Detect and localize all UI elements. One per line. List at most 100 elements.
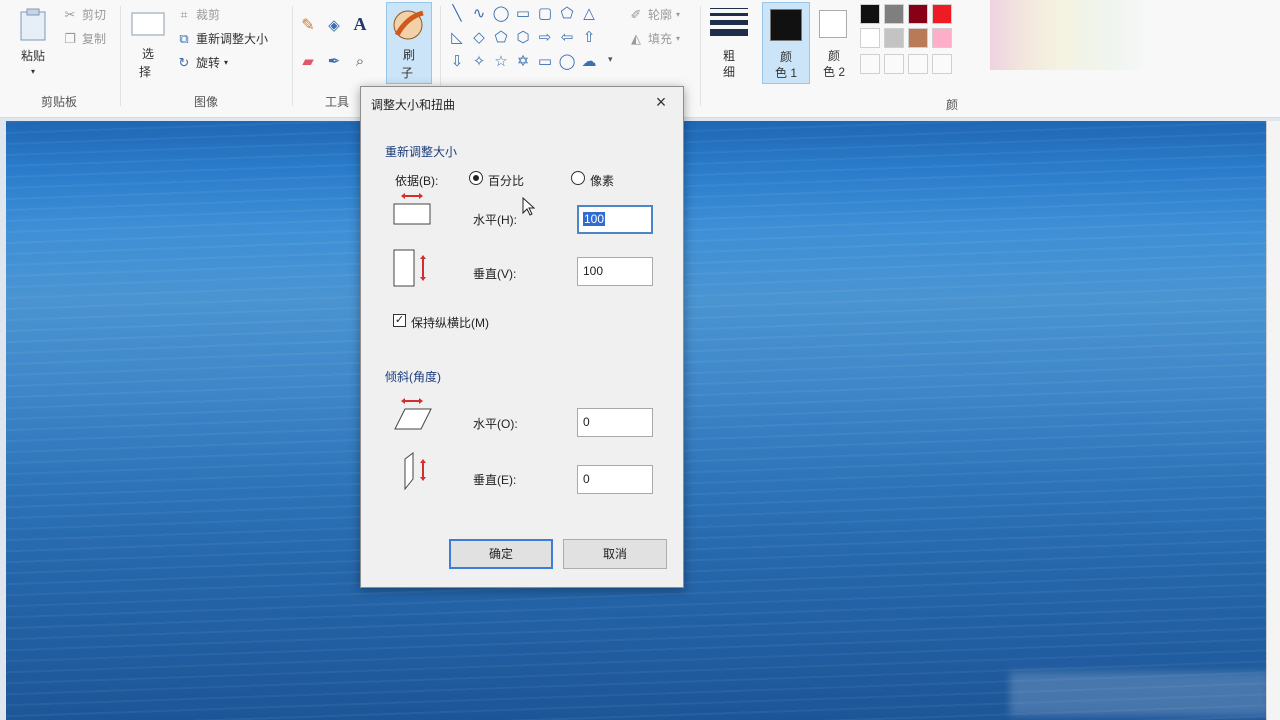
- keep-ratio-checkbox[interactable]: ✓ 保持纵横比(M): [393, 313, 533, 330]
- skew-section-title: 倾斜(角度): [385, 370, 441, 384]
- skew-vertical-label: 垂直(E):: [473, 473, 517, 487]
- brushes-label-2: 子: [400, 66, 413, 80]
- skew-vertical-input[interactable]: 0: [577, 465, 653, 494]
- image-group: 选 择 ⌗ 裁剪 ⧉ 重新调整大小 ↻ 旋转 ▾ 图像: [122, 0, 290, 116]
- vertical-input[interactable]: 100: [577, 257, 653, 286]
- select-button[interactable]: 选 择: [128, 6, 168, 82]
- fill-button[interactable]: ◭ 填充 ▾: [628, 30, 680, 47]
- divider: [292, 6, 293, 106]
- color-palette: [858, 0, 968, 90]
- select-icon: [131, 12, 165, 36]
- shape-callout-oval-icon[interactable]: ◯: [556, 52, 578, 72]
- copy-button[interactable]: ❐ 复制: [62, 30, 106, 47]
- keep-ratio-label: 保持纵横比(M): [411, 316, 489, 330]
- dialog-title: 调整大小和扭曲: [371, 98, 456, 112]
- palette-swatch-empty[interactable]: [884, 54, 904, 74]
- radio-unselected: [571, 171, 585, 185]
- palette-swatch[interactable]: [860, 28, 880, 48]
- fill-bucket-icon[interactable]: ◈: [326, 18, 342, 34]
- skew-horizontal-input[interactable]: 0: [577, 408, 653, 437]
- shape-right-triangle-icon[interactable]: ◺: [446, 28, 468, 48]
- crop-button[interactable]: ⌗ 裁剪: [176, 6, 220, 23]
- palette-swatch-empty[interactable]: [908, 54, 928, 74]
- resize-skew-dialog: 调整大小和扭曲 × 重新调整大小 依据(B): 百分比 像素 水平(H): 10…: [360, 86, 684, 588]
- shape-curve-icon[interactable]: ∿: [468, 4, 490, 24]
- palette-swatch[interactable]: [884, 4, 904, 24]
- percent-radio[interactable]: 百分比: [469, 171, 549, 188]
- brushes-button[interactable]: 刷 子: [386, 2, 432, 84]
- horizontal-label: 水平(H):: [473, 213, 517, 227]
- vertical-scrollbar[interactable]: [1266, 121, 1280, 720]
- shapes-scroll-down[interactable]: ▾: [608, 54, 613, 65]
- close-button[interactable]: ×: [651, 93, 671, 113]
- paste-icon: [20, 8, 46, 41]
- color1-button[interactable]: 颜 色 1: [762, 2, 810, 84]
- watermark: [1010, 672, 1270, 716]
- cancel-button[interactable]: 取消: [563, 539, 667, 569]
- fill-icon: ◭: [631, 30, 641, 46]
- crop-icon: ⌗: [180, 6, 188, 22]
- horizontal-skew-icon: [394, 398, 432, 430]
- shape-polygon-icon[interactable]: ⬠: [556, 4, 578, 24]
- shape-arrow-left-icon[interactable]: ⇦: [556, 28, 578, 48]
- shape-callout-rect-icon[interactable]: ▭: [534, 52, 556, 72]
- fill-label: 填充: [648, 32, 673, 46]
- shape-hexagon-icon[interactable]: ⬡: [512, 28, 534, 48]
- copy-icon: ❐: [64, 30, 76, 46]
- palette-swatch[interactable]: [884, 28, 904, 48]
- brushes-label-1: 刷: [402, 48, 415, 62]
- color-picker-icon[interactable]: ✒: [326, 54, 342, 70]
- palette-swatch-empty[interactable]: [932, 54, 952, 74]
- shape-pentagon-icon[interactable]: ⬠: [490, 28, 512, 48]
- shape-diamond-icon[interactable]: ◇: [468, 28, 490, 48]
- palette-swatch-empty[interactable]: [860, 54, 880, 74]
- image-group-label: 图像: [193, 95, 218, 109]
- palette-swatch[interactable]: [932, 4, 952, 24]
- shape-cloud-icon[interactable]: ☁: [578, 52, 600, 72]
- rotate-icon: ↻: [178, 54, 190, 70]
- size-label-2: 细: [722, 65, 735, 79]
- color1-label-1: 颜: [779, 50, 792, 64]
- shape-star4-icon[interactable]: ✧: [468, 52, 490, 72]
- shape-star5-icon[interactable]: ☆: [490, 52, 512, 72]
- shape-star6-icon[interactable]: ✡: [512, 52, 534, 72]
- outline-label: 轮廓: [648, 8, 673, 22]
- magnifier-icon[interactable]: ⌕: [352, 54, 368, 70]
- shape-arrow-right-icon[interactable]: ⇨: [534, 28, 556, 48]
- shape-oval-icon[interactable]: ◯: [490, 4, 512, 24]
- shape-triangle-icon[interactable]: △: [578, 4, 600, 24]
- clipboard-group: 粘贴 ▾ ✂ 剪切 ❐ 复制 剪贴板: [0, 0, 118, 116]
- text-icon[interactable]: A: [352, 15, 368, 33]
- pixels-radio[interactable]: 像素: [571, 171, 641, 188]
- shape-arrow-up-icon[interactable]: ⇧: [578, 28, 600, 48]
- color1-swatch: [770, 9, 802, 41]
- cut-label: 剪切: [82, 8, 107, 22]
- horizontal-input[interactable]: 100: [577, 205, 653, 234]
- radio-selected: [469, 171, 483, 185]
- ok-button[interactable]: 确定: [449, 539, 553, 569]
- palette-swatch[interactable]: [932, 28, 952, 48]
- select-label-1: 选: [141, 47, 154, 61]
- brush-icon: [393, 10, 424, 40]
- pencil-icon[interactable]: ✎: [300, 18, 316, 34]
- cut-button[interactable]: ✂ 剪切: [62, 6, 106, 23]
- shape-rounded-rect-icon[interactable]: ▢: [534, 4, 556, 24]
- rotate-button[interactable]: ↻ 旋转 ▾: [176, 54, 228, 71]
- percent-label: 百分比: [488, 174, 525, 188]
- palette-swatch[interactable]: [908, 4, 928, 24]
- paste-button[interactable]: 粘贴 ▾: [12, 6, 54, 78]
- horizontal-resize-icon: [393, 193, 431, 225]
- horizontal-value: 100: [583, 212, 606, 226]
- size-button[interactable]: 粗 细: [704, 2, 754, 84]
- shape-arrow-down-icon[interactable]: ⇩: [446, 52, 468, 72]
- eraser-icon[interactable]: ▰: [300, 54, 316, 70]
- color2-label-1: 颜: [827, 49, 840, 63]
- palette-swatch[interactable]: [860, 4, 880, 24]
- chevron-down-icon: ▾: [30, 67, 35, 76]
- outline-button[interactable]: ✐ 轮廓 ▾: [628, 6, 680, 23]
- shape-rectangle-icon[interactable]: ▭: [512, 4, 534, 24]
- palette-swatch[interactable]: [908, 28, 928, 48]
- shape-line-icon[interactable]: ╲: [446, 4, 468, 24]
- color2-button[interactable]: 颜 色 2: [812, 2, 856, 84]
- resize-button[interactable]: ⧉ 重新调整大小: [176, 30, 268, 47]
